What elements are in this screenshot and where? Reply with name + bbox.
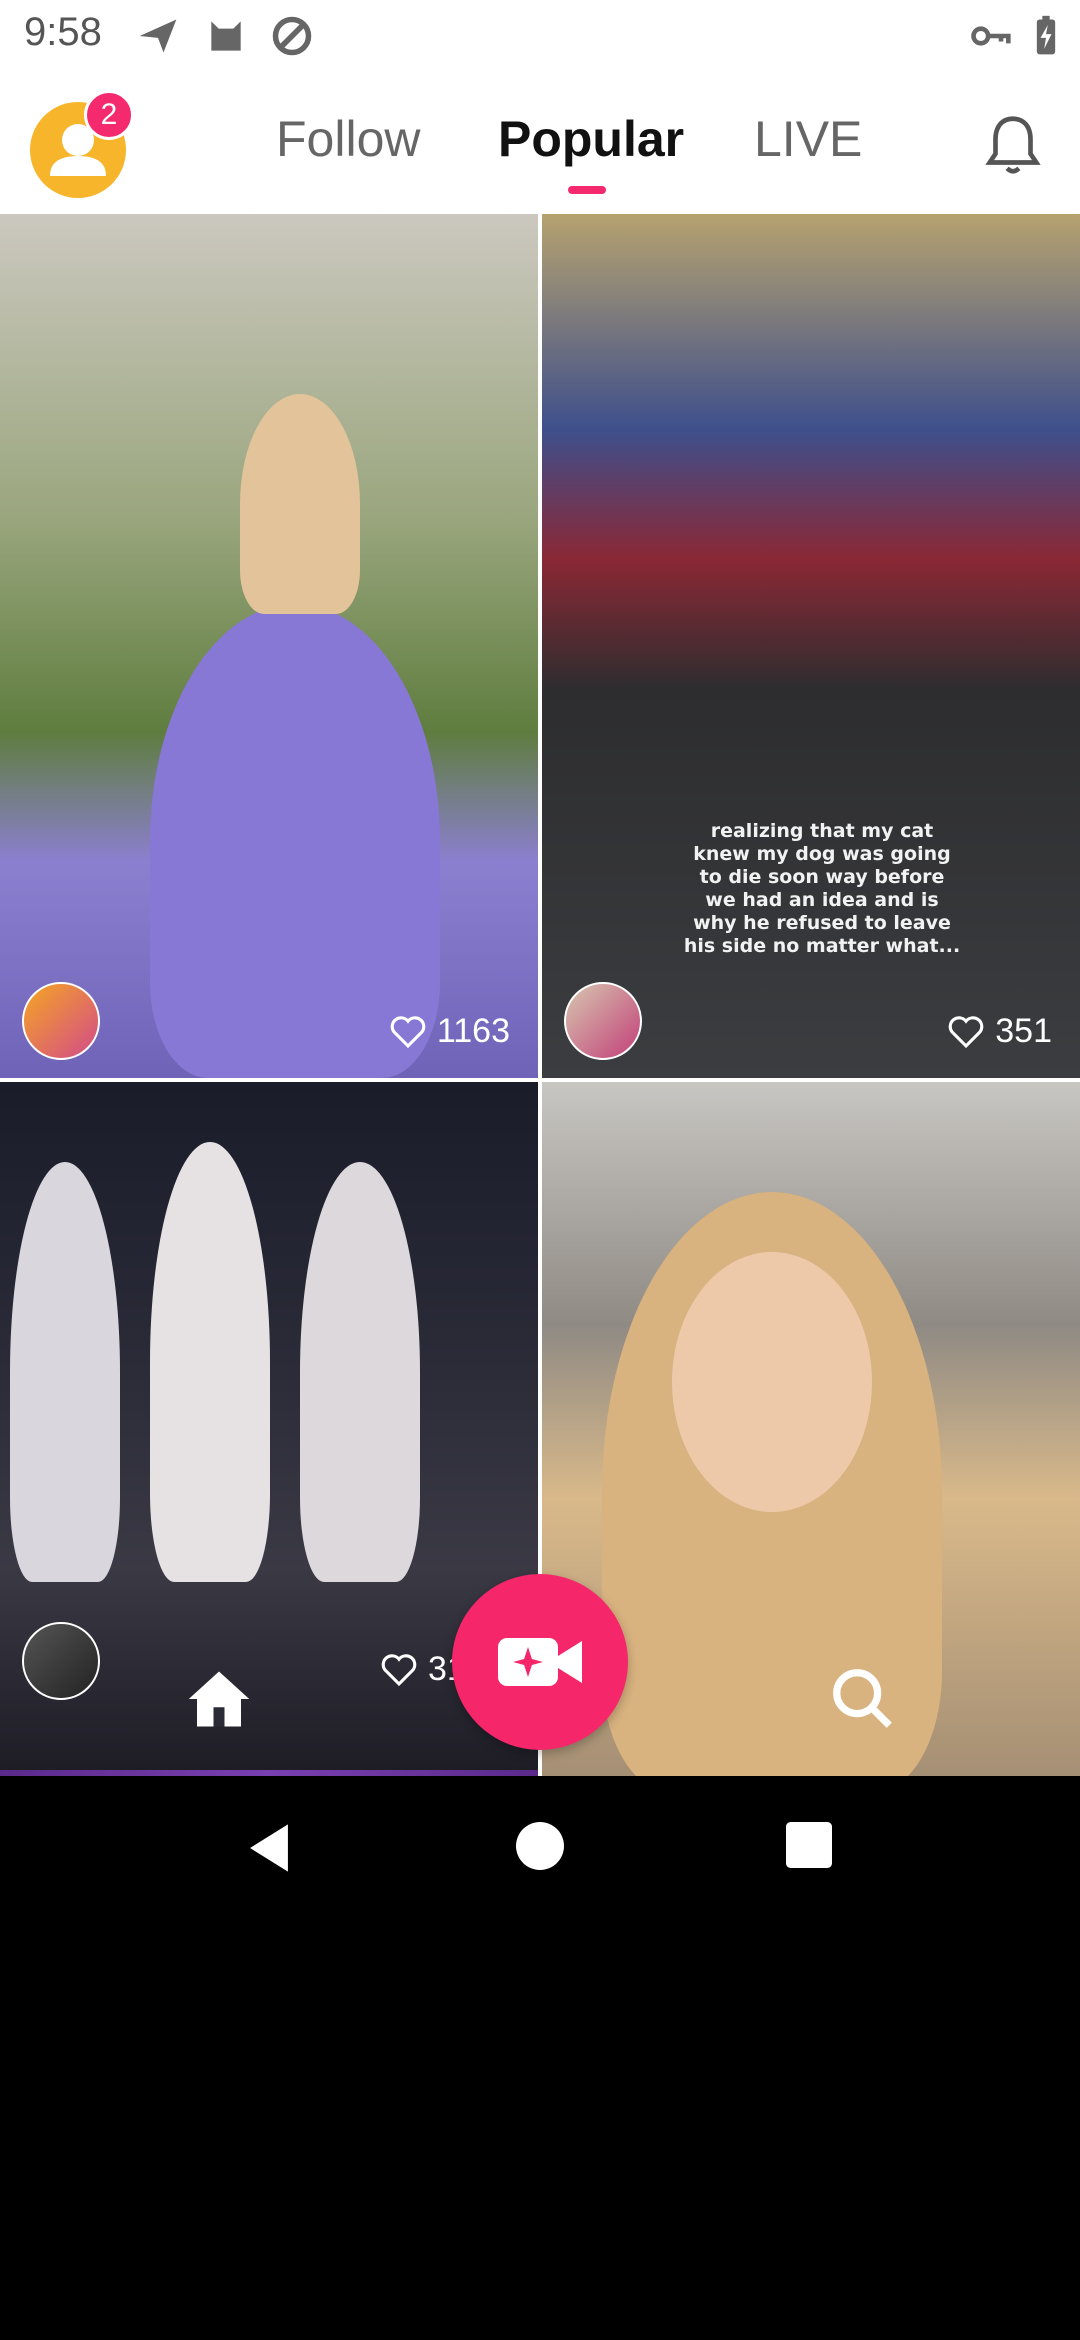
- video-thumbnail-face: [672, 1252, 872, 1512]
- video-thumbnail-subject: [300, 1162, 420, 1582]
- home-circle-icon[interactable]: [516, 1822, 564, 1870]
- video-card[interactable]: realizing that my cat knew my dog was go…: [542, 214, 1080, 1078]
- video-card[interactable]: 1163: [0, 214, 538, 1078]
- active-tab-indicator: [568, 186, 606, 194]
- system-navigation-bar: [0, 1776, 1080, 1918]
- heart-icon: [949, 1015, 984, 1048]
- tab-live[interactable]: LIVE: [754, 110, 862, 168]
- tab-popular[interactable]: Popular: [498, 110, 684, 168]
- creator-avatar[interactable]: [22, 982, 100, 1060]
- profile-avatar-button[interactable]: 2: [30, 90, 134, 198]
- video-feed-grid: 1163 realizing that my cat knew my dog w…: [0, 214, 1080, 1776]
- tab-follow[interactable]: Follow: [276, 110, 420, 168]
- search-icon[interactable]: [828, 1664, 898, 1734]
- send-icon: [139, 19, 177, 53]
- creator-avatar[interactable]: [22, 1622, 100, 1700]
- like-count-value: 1163: [436, 1012, 510, 1050]
- like-count: 1163: [389, 1012, 510, 1051]
- video-thumbnail: [150, 604, 440, 1078]
- video-thumbnail-subject: [240, 394, 360, 614]
- video-thumbnail-subject: [10, 1162, 120, 1582]
- recents-icon[interactable]: [786, 1822, 832, 1868]
- notification-bell-icon[interactable]: [978, 110, 1048, 180]
- record-video-icon: [498, 1638, 582, 1686]
- vpn-blocked-icon: [272, 16, 312, 56]
- status-bar: 9:58: [0, 0, 1080, 72]
- like-count: 351: [947, 1012, 1052, 1051]
- cat-icon: [211, 21, 241, 51]
- creator-avatar[interactable]: [564, 982, 642, 1060]
- heart-icon: [390, 1015, 426, 1048]
- video-thumbnail-subject: [150, 1142, 270, 1582]
- battery-charging-icon: [1036, 15, 1056, 55]
- key-icon: [971, 26, 1011, 46]
- like-count-value: 351: [995, 1012, 1052, 1050]
- status-time: 9:58: [24, 10, 102, 54]
- top-header: 2 Follow Popular LIVE: [0, 72, 1080, 214]
- record-video-button[interactable]: [452, 1574, 628, 1750]
- app-screen: 9:58 2 Follow Popular LIVE 1163 realizin…: [0, 0, 1080, 2340]
- notification-count-badge: 2: [84, 90, 134, 140]
- heart-icon: [381, 1653, 417, 1686]
- home-icon[interactable]: [186, 1668, 252, 1730]
- video-caption: realizing that my cat knew my dog was go…: [683, 820, 961, 957]
- back-icon[interactable]: [244, 1822, 294, 1874]
